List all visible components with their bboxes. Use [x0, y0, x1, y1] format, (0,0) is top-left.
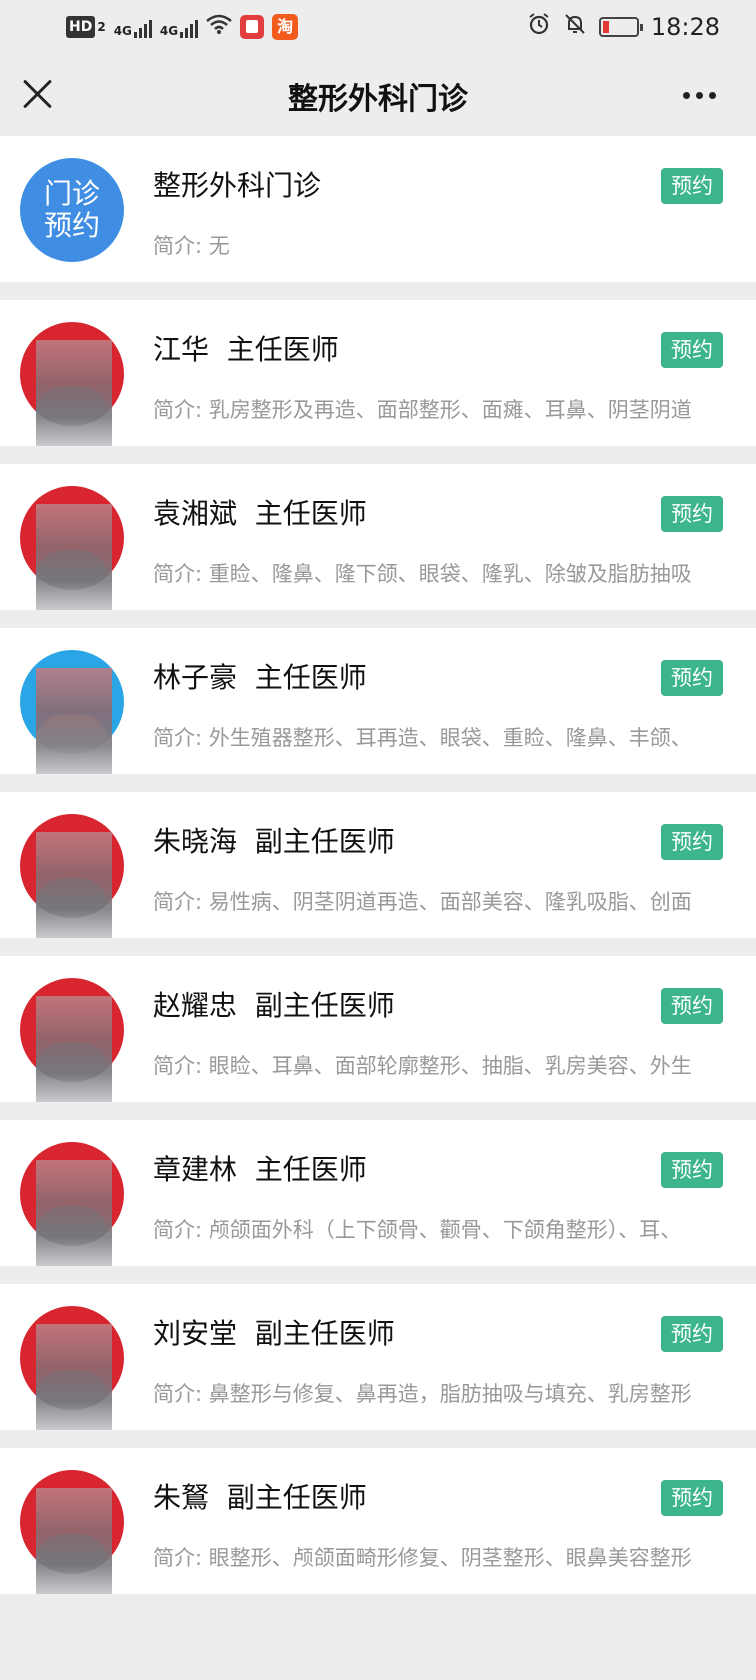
- book-button[interactable]: 预约: [661, 824, 723, 860]
- page-title: 整形外科门诊: [288, 82, 468, 117]
- doctor-card[interactable]: 赵耀忠 副主任医师 简介: 眼睑、耳鼻、面部轮廓整形、抽脂、乳房美容、外生 预约: [0, 956, 756, 1102]
- doctor-intro: 简介: 鼻整形与修复、鼻再造，脂肪抽吸与填充、乳房整形: [153, 1382, 692, 1406]
- doctor-name: 章建林 主任医师: [153, 1153, 367, 1186]
- status-right: 18:28: [527, 12, 720, 42]
- wifi-icon: [206, 13, 232, 40]
- book-button[interactable]: 预约: [661, 988, 723, 1024]
- book-button[interactable]: 预约: [661, 1480, 723, 1516]
- doctor-card[interactable]: 刘安堂 副主任医师 简介: 鼻整形与修复、鼻再造，脂肪抽吸与填充、乳房整形 预约: [0, 1284, 756, 1430]
- mosaic-blur: [36, 1324, 112, 1430]
- status-left: HD 2 4G 4G 淘: [66, 13, 299, 40]
- mute-icon: [563, 12, 587, 42]
- department-name: 整形外科门诊: [153, 169, 322, 202]
- doctor-intro: 简介: 眼整形、颅颌面畸形修复、阴茎整形、眼鼻美容整形: [153, 1546, 692, 1570]
- taobao-icon: 淘: [272, 13, 299, 40]
- nav-bar: 整形外科门诊: [0, 54, 756, 136]
- doctor-name: 林子豪 主任医师: [153, 661, 367, 694]
- alarm-icon: [527, 12, 551, 42]
- book-button[interactable]: 预约: [661, 496, 723, 532]
- status-bar: HD 2 4G 4G 淘 18:28: [0, 0, 756, 54]
- department-avatar: 门诊 预约: [20, 158, 124, 262]
- mosaic-blur: [36, 340, 112, 446]
- doctor-list: 门诊 预约 整形外科门诊 简介: 无 预约 江华 主任医师 简介: 乳房整形及再造…: [0, 136, 756, 1612]
- doctor-name: 朱晓海 副主任医师: [153, 825, 395, 858]
- doctor-intro: 简介: 颅颌面外科（上下颌骨、颧骨、下颌角整形）、耳、: [153, 1218, 682, 1242]
- doctor-card[interactable]: 朱晓海 副主任医师 简介: 易性病、阴茎阴道再造、面部美容、隆乳吸脂、创面 预约: [0, 792, 756, 938]
- battery-icon: [598, 17, 643, 37]
- doctor-intro: 简介: 外生殖器整形、耳再造、眼袋、重睑、隆鼻、丰颌、: [153, 726, 692, 750]
- doctor-card[interactable]: 江华 主任医师 简介: 乳房整形及再造、面部整形、面瘫、耳鼻、阴茎阴道 预约: [0, 300, 756, 446]
- hd-volte-sub: 2: [97, 19, 106, 34]
- doctor-intro: 简介: 重睑、隆鼻、隆下颌、眼袋、隆乳、除皱及脂肪抽吸: [153, 562, 692, 586]
- clock: 18:28: [650, 13, 720, 41]
- doctor-name: 赵耀忠 副主任医师: [153, 989, 395, 1022]
- mosaic-blur: [36, 668, 112, 774]
- mosaic-blur: [36, 832, 112, 938]
- signal-icon-sim2: 4G: [160, 16, 199, 38]
- doctor-intro: 简介: 眼睑、耳鼻、面部轮廓整形、抽脂、乳房美容、外生: [153, 1054, 692, 1078]
- doctor-card[interactable]: 朱鴑 副主任医师 简介: 眼整形、颅颌面畸形修复、阴茎整形、眼鼻美容整形 预约: [0, 1448, 756, 1594]
- mosaic-blur: [36, 996, 112, 1102]
- department-card[interactable]: 门诊 预约 整形外科门诊 简介: 无 预约: [0, 136, 756, 282]
- hd-volte-icon: HD: [66, 15, 96, 38]
- mosaic-blur: [36, 1160, 112, 1266]
- book-button[interactable]: 预约: [661, 332, 723, 368]
- doctor-name: 朱鴑 副主任医师: [153, 1481, 367, 1514]
- doctor-name: 袁湘斌 主任医师: [153, 497, 367, 530]
- doctor-intro: 简介: 易性病、阴茎阴道再造、面部美容、隆乳吸脂、创面: [153, 890, 692, 914]
- mosaic-blur: [36, 504, 112, 610]
- notification-app-icon: [240, 14, 265, 39]
- mosaic-blur: [36, 1488, 112, 1594]
- book-button[interactable]: 预约: [661, 1316, 723, 1352]
- doctor-card[interactable]: 章建林 主任医师 简介: 颅颌面外科（上下颌骨、颧骨、下颌角整形）、耳、 预约: [0, 1120, 756, 1266]
- doctor-card[interactable]: 袁湘斌 主任医师 简介: 重睑、隆鼻、隆下颌、眼袋、隆乳、除皱及脂肪抽吸 预约: [0, 464, 756, 610]
- book-button[interactable]: 预约: [661, 168, 723, 204]
- more-icon[interactable]: [683, 92, 716, 99]
- doctor-card[interactable]: 林子豪 主任医师 简介: 外生殖器整形、耳再造、眼袋、重睑、隆鼻、丰颌、 预约: [0, 628, 756, 774]
- department-intro: 简介: 无: [153, 234, 230, 258]
- doctor-name: 刘安堂 副主任医师: [153, 1317, 395, 1350]
- signal-icon-sim1: 4G: [114, 16, 152, 38]
- doctor-intro: 简介: 乳房整形及再造、面部整形、面瘫、耳鼻、阴茎阴道: [153, 398, 692, 422]
- doctor-name: 江华 主任医师: [153, 333, 339, 366]
- book-button[interactable]: 预约: [661, 660, 723, 696]
- book-button[interactable]: 预约: [661, 1152, 723, 1188]
